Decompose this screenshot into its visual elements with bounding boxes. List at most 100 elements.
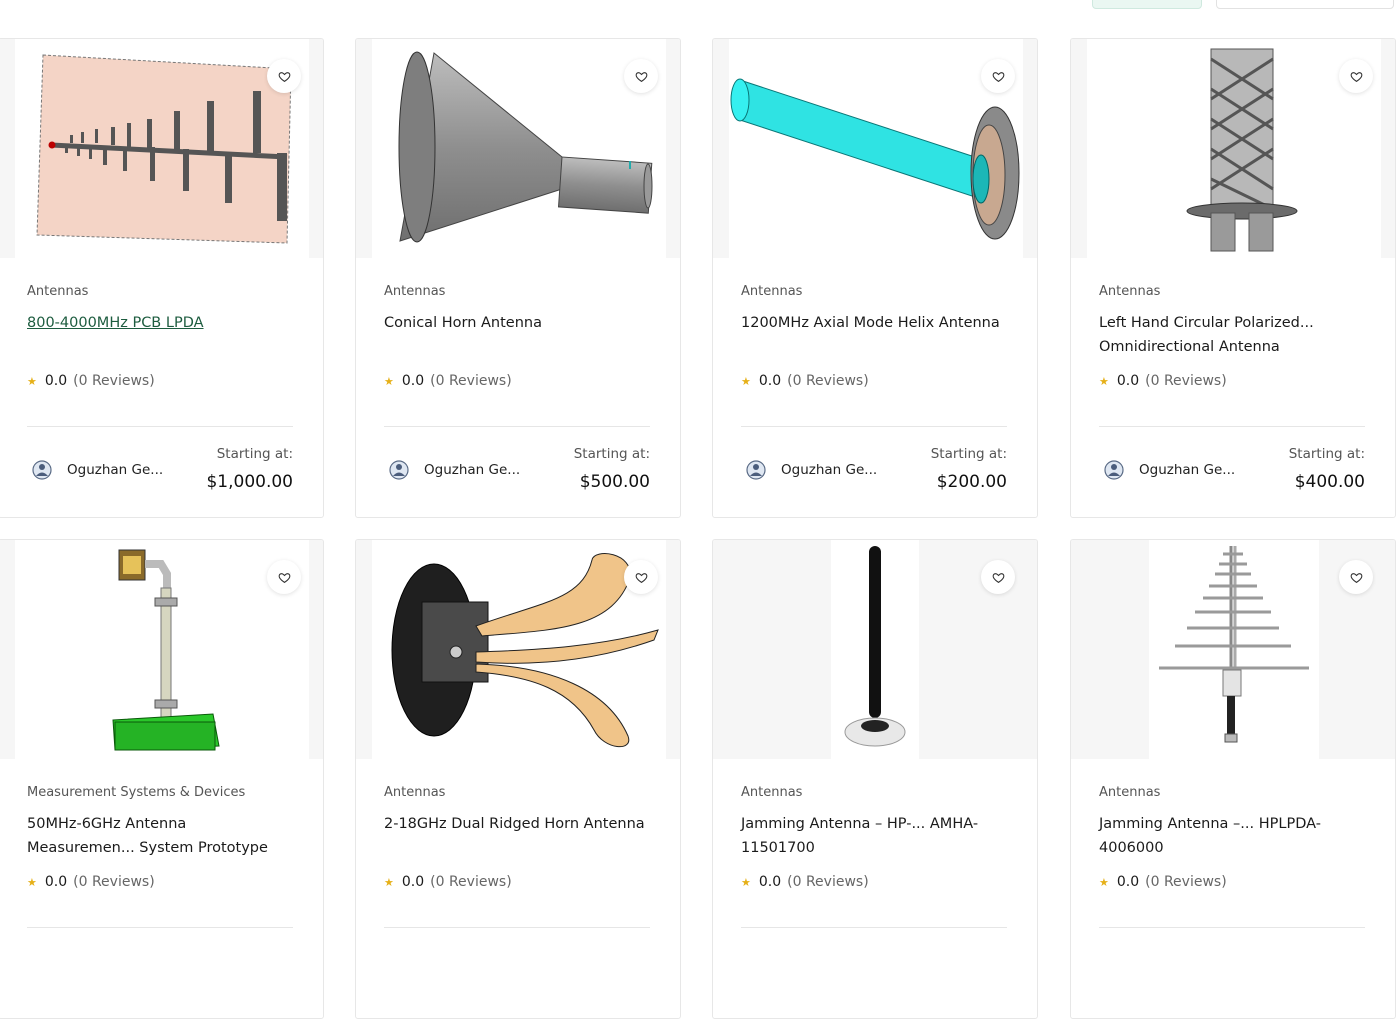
product-price: $200.00 (936, 472, 1007, 492)
seller-link[interactable]: Oguzhan Ge... (1103, 458, 1235, 482)
product-title[interactable]: Jamming Antenna – HP-... AMHA-11501700 (741, 812, 1011, 860)
rating-score: 0.0 (1116, 373, 1140, 389)
favorite-button[interactable] (1339, 59, 1373, 93)
product-title[interactable]: Left Hand Circular Polarized... Omnidire… (1099, 311, 1369, 359)
product-image-area[interactable] (0, 39, 323, 258)
favorite-button[interactable] (624, 560, 658, 594)
product-image-area[interactable] (713, 39, 1037, 258)
product-card[interactable]: Measurement Systems & Devices 50MHz-6GHz… (0, 539, 324, 1019)
heart-icon (992, 71, 1004, 82)
product-image-area[interactable] (0, 540, 323, 759)
rating-score: 0.0 (44, 373, 68, 389)
product-title[interactable]: 2-18GHz Dual Ridged Horn Antenna (384, 812, 654, 836)
seller-link[interactable]: Oguzhan Ge... (745, 458, 877, 482)
pcb-lpda-image[interactable] (15, 39, 309, 258)
divider (384, 426, 650, 427)
product-image-area[interactable] (1071, 540, 1395, 759)
divider (741, 927, 1007, 928)
rating-score: 0.0 (44, 874, 68, 890)
favorite-button[interactable] (267, 560, 301, 594)
star-icon: ★ (741, 875, 751, 889)
jamming-lpda-image[interactable] (1149, 540, 1319, 759)
product-title[interactable]: 50MHz-6GHz Antenna Measuremen... System … (27, 812, 297, 860)
product-card[interactable]: Antennas 2-18GHz Dual Ridged Horn Antenn… (355, 539, 681, 1019)
product-rating: ★ 0.0 (0 Reviews) (27, 874, 155, 890)
star-icon: ★ (27, 875, 37, 889)
product-image-area[interactable] (356, 39, 680, 258)
product-category[interactable]: Antennas (384, 785, 445, 800)
product-image-area[interactable] (356, 540, 680, 759)
rating-score: 0.0 (1116, 874, 1140, 890)
product-card[interactable]: Antennas Jamming Antenna –... HPLPDA-400… (1070, 539, 1396, 1019)
heart-icon (1350, 71, 1362, 82)
product-title[interactable]: Conical Horn Antenna (384, 311, 654, 335)
heart-icon (992, 572, 1004, 583)
jamming-whip-image[interactable] (831, 540, 919, 759)
star-icon: ★ (384, 374, 394, 388)
product-category[interactable]: Antennas (1099, 785, 1160, 800)
star-icon: ★ (27, 374, 37, 388)
product-title[interactable]: Jamming Antenna –... HPLPDA-4006000 (1099, 812, 1369, 860)
sort-dropdown[interactable] (1216, 0, 1394, 9)
seller-link[interactable]: Oguzhan Ge... (388, 458, 520, 482)
price-label: Starting at: (930, 446, 1007, 462)
product-category[interactable]: Antennas (1099, 284, 1160, 299)
favorite-button[interactable] (981, 59, 1015, 93)
product-category[interactable]: Antennas (741, 284, 802, 299)
heart-icon (278, 572, 290, 583)
review-count: (0 Reviews) (1145, 874, 1227, 890)
product-image-area[interactable] (1071, 39, 1395, 258)
product-rating: ★ 0.0 (0 Reviews) (384, 874, 512, 890)
product-rating: ★ 0.0 (0 Reviews) (384, 373, 512, 389)
favorite-button[interactable] (981, 560, 1015, 594)
price-label: Starting at: (1288, 446, 1365, 462)
product-category[interactable]: Antennas (27, 284, 88, 299)
helix-antenna-image[interactable] (729, 39, 1023, 258)
heart-icon (635, 572, 647, 583)
divider (27, 927, 293, 928)
product-card[interactable]: Antennas Jamming Antenna – HP-... AMHA-1… (712, 539, 1038, 1019)
seller-logo-icon (389, 460, 409, 480)
conical-horn-image[interactable] (372, 39, 666, 258)
product-price: $500.00 (579, 472, 650, 492)
seller-name[interactable]: Oguzhan Ge... (67, 462, 163, 478)
product-card[interactable]: Antennas Left Hand Circular Polarized...… (1070, 38, 1396, 518)
product-title[interactable]: 1200MHz Axial Mode Helix Antenna (741, 311, 1011, 335)
seller-logo-icon (32, 460, 52, 480)
favorite-button[interactable] (1339, 560, 1373, 594)
product-category[interactable]: Antennas (384, 284, 445, 299)
divider (1099, 426, 1365, 427)
seller-name[interactable]: Oguzhan Ge... (781, 462, 877, 478)
price-label: Starting at: (216, 446, 293, 462)
price-label: Starting at: (573, 446, 650, 462)
review-count: (0 Reviews) (787, 874, 869, 890)
star-icon: ★ (384, 875, 394, 889)
product-price: $1,000.00 (206, 472, 293, 492)
seller-name[interactable]: Oguzhan Ge... (1139, 462, 1235, 478)
star-icon: ★ (1099, 875, 1109, 889)
product-image-area[interactable] (713, 540, 1037, 759)
measurement-system-image[interactable] (15, 540, 309, 759)
product-rating: ★ 0.0 (0 Reviews) (1099, 373, 1227, 389)
review-count: (0 Reviews) (430, 373, 512, 389)
favorite-button[interactable] (267, 59, 301, 93)
omni-antenna-image[interactable] (1087, 39, 1381, 258)
product-rating: ★ 0.0 (0 Reviews) (741, 874, 869, 890)
heart-icon (1350, 572, 1362, 583)
product-category[interactable]: Antennas (741, 785, 802, 800)
seller-logo-icon (746, 460, 766, 480)
product-card[interactable]: Antennas 800-4000MHz PCB LPDA ★ 0.0 (0 R… (0, 38, 324, 518)
product-category[interactable]: Measurement Systems & Devices (27, 785, 245, 800)
product-card[interactable]: Antennas Conical Horn Antenna ★ 0.0 (0 R… (355, 38, 681, 518)
product-card[interactable]: Antennas 1200MHz Axial Mode Helix Antenn… (712, 38, 1038, 518)
favorite-button[interactable] (624, 59, 658, 93)
seller-name[interactable]: Oguzhan Ge... (424, 462, 520, 478)
product-title[interactable]: 800-4000MHz PCB LPDA (27, 311, 297, 335)
ridged-horn-image[interactable] (372, 540, 666, 759)
product-rating: ★ 0.0 (0 Reviews) (741, 373, 869, 389)
seller-link[interactable]: Oguzhan Ge... (31, 458, 163, 482)
divider (27, 426, 293, 427)
filter-button[interactable] (1092, 0, 1202, 9)
rating-score: 0.0 (758, 373, 782, 389)
heart-icon (278, 71, 290, 82)
